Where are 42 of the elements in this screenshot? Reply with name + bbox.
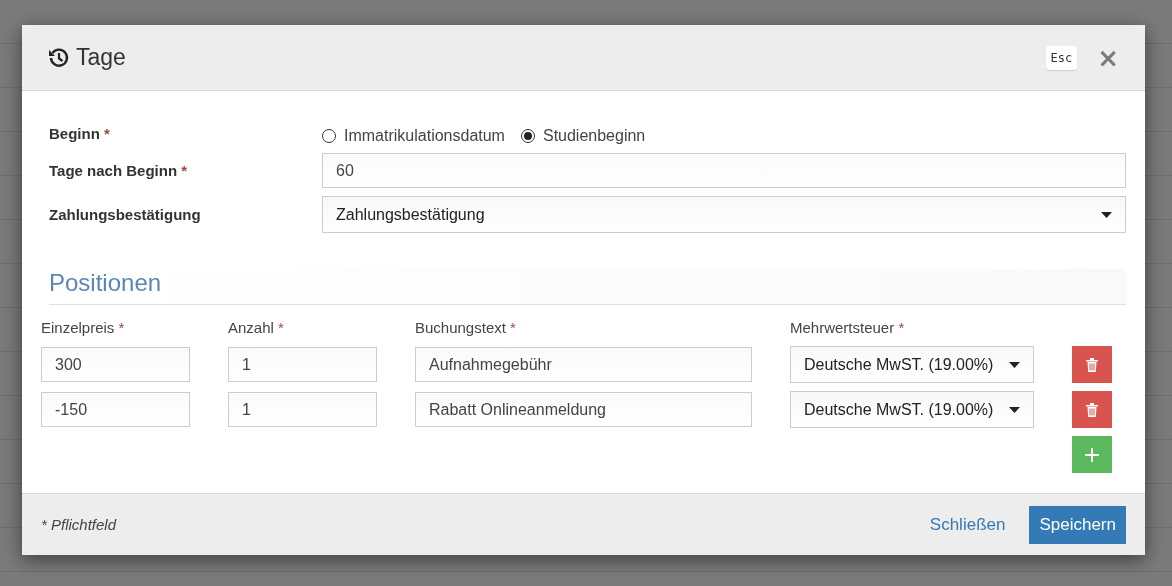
required-mark: * [181,162,188,179]
text-field[interactable]: 60 [322,153,1126,188]
select-field[interactable]: Deutsche MwST. (19.00%) [790,391,1034,428]
radio-option[interactable]: Studienbeginn [520,127,646,145]
close-link[interactable]: Schließen [929,514,1006,535]
required-mark: * [898,319,905,336]
trash-icon [1086,402,1098,417]
esc-key-hint: Esc [1045,45,1078,70]
column-label: Buchungstext [415,319,506,336]
required-mark: * [510,319,516,336]
field-label: Tage nach Beginn [49,162,178,179]
field-label: Zahlungsbestätigung [49,206,201,223]
section-heading: Positionen [49,269,1126,305]
text-field[interactable]: Aufnahmegebühr [415,347,752,382]
delete-button[interactable] [1072,391,1112,428]
text-field[interactable]: 1 [228,347,377,382]
caret-icon [1009,406,1020,413]
column-label: Mehrwertsteuer [790,319,895,336]
text-field[interactable]: 1 [228,392,377,427]
field-label: Beginn [49,124,100,142]
column-label: Anzahl [228,319,274,336]
text-field[interactable]: 300 [41,347,190,382]
text-field[interactable]: Rabatt Onlineanmeldung [415,392,752,427]
delete-button[interactable] [1072,346,1112,383]
radio-label: Studienbeginn [542,127,646,145]
column-label: Einzelpreis [41,319,115,336]
select-field[interactable]: Zahlungsbestätigung [322,196,1126,233]
required-mark: * [104,124,110,142]
trash-icon [1086,357,1098,372]
dialog-title: Tage [76,44,126,71]
save-button[interactable]: Speichern [1029,505,1126,544]
plus-icon [1085,447,1099,462]
caret-icon [1101,211,1112,218]
history-icon [48,46,70,69]
add-button[interactable] [1072,436,1112,473]
select-field[interactable]: Deutsche MwST. (19.00%) [790,346,1034,383]
text-field[interactable]: -150 [41,392,190,427]
required-mark: * [118,319,125,336]
required-note: * Pflichtfeld [41,516,117,533]
required-mark: * [278,319,284,336]
close-button[interactable]: × [1097,47,1119,68]
caret-icon [1009,361,1020,368]
